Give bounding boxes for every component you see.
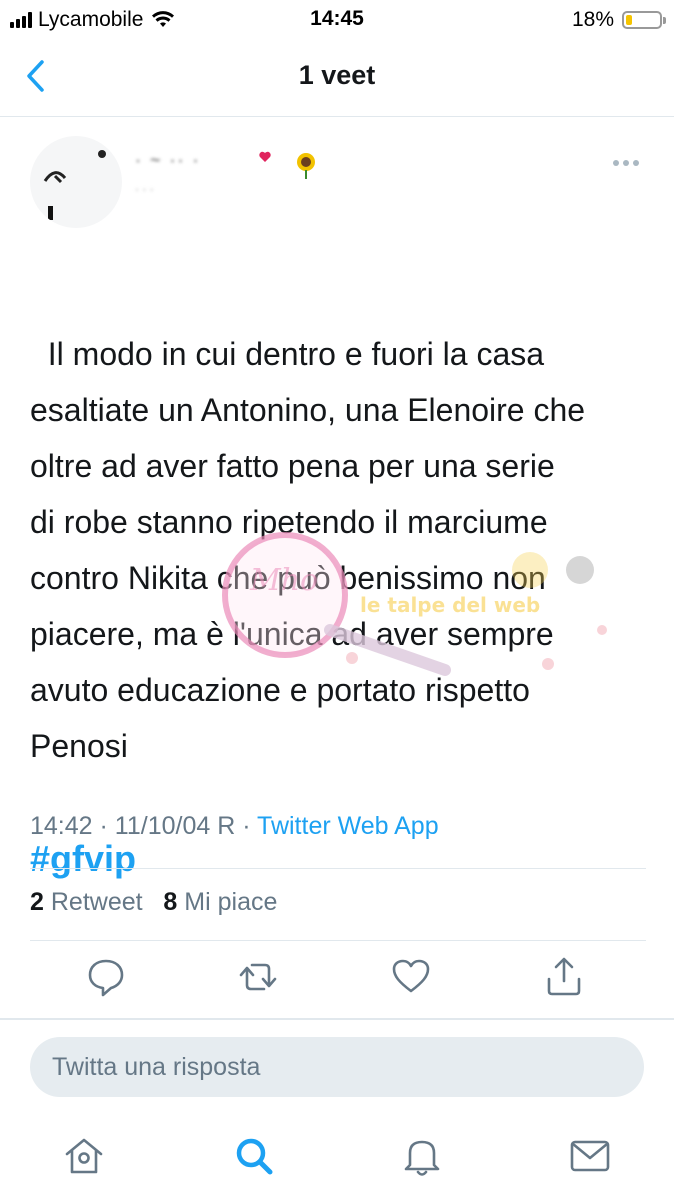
- retweet-label: Retweet: [50, 888, 143, 916]
- avatar[interactable]: [30, 136, 122, 228]
- divider: [30, 868, 646, 869]
- battery-icon: [622, 11, 666, 29]
- search-icon[interactable]: [232, 1134, 276, 1178]
- tweet-stats: 2 Retweet 8 Mi piace: [30, 888, 277, 917]
- retweets-link[interactable]: 2 Retweet: [30, 888, 143, 916]
- heart-emoji-icon: [259, 151, 271, 162]
- tweet-time: 14:42: [30, 812, 93, 840]
- meta-separator-2: ·: [242, 812, 251, 840]
- status-bar: Lycamobile 14:45 18%: [0, 0, 674, 40]
- sunflower-emoji-icon: [297, 153, 315, 179]
- tweet-text: Il modo in cui dentro e fuori la casa es…: [30, 270, 650, 944]
- tweet-body: Il modo in cui dentro e fuori la casa es…: [30, 336, 586, 764]
- tab-bar: [0, 1120, 674, 1200]
- tweet-source-link[interactable]: Twitter Web App: [257, 812, 439, 840]
- tweet-meta: 14:42 · 11/10/04 R · Twitter Web App: [30, 812, 646, 841]
- retweet-icon[interactable]: [238, 955, 278, 999]
- avatar-image: [43, 150, 106, 220]
- battery-percent: 18%: [571, 8, 614, 31]
- author-handle-obscured: · · ·: [135, 182, 154, 196]
- bell-icon[interactable]: [400, 1134, 444, 1178]
- like-label: Mi piace: [184, 888, 278, 916]
- nav-bar: 1 veet: [0, 40, 674, 117]
- reply-bar-border: [0, 1018, 674, 1020]
- battery-cap: [663, 17, 666, 24]
- home-icon[interactable]: [62, 1134, 106, 1178]
- meta-separator: ·: [99, 812, 108, 840]
- battery-level-fill: [626, 15, 632, 25]
- like-count: 8: [163, 888, 178, 916]
- author-name-obscured: · ~ ·· ·: [135, 150, 201, 170]
- tweet-date: 11/10/04 R: [114, 812, 236, 840]
- retweet-count: 2: [30, 888, 44, 916]
- reply-input[interactable]: Twitta una risposta: [30, 1037, 644, 1097]
- tweet-author-row: · ~ ·· · · · ·: [30, 136, 644, 236]
- heart-icon[interactable]: [391, 955, 431, 999]
- divider: [30, 940, 646, 941]
- likes-link[interactable]: 8 Mi piace: [163, 888, 277, 916]
- mail-icon[interactable]: [568, 1134, 612, 1178]
- reply-icon[interactable]: [86, 955, 126, 999]
- share-icon[interactable]: [544, 955, 584, 999]
- more-horizontal-icon[interactable]: [612, 158, 640, 168]
- status-right: 18%: [571, 8, 666, 32]
- page-title: 1 veet: [298, 60, 376, 90]
- tweet-actions: [0, 955, 674, 1010]
